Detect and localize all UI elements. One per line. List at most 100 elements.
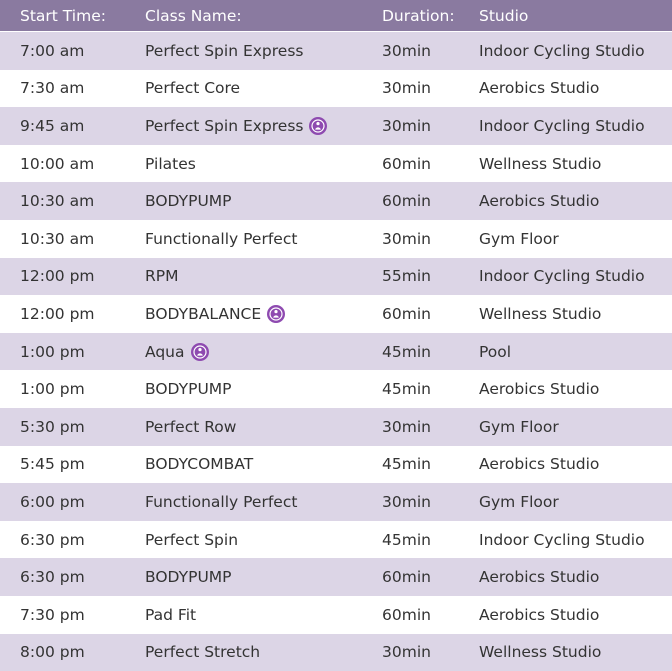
start-time-cell-text: 12:00 pm <box>20 304 95 323</box>
class-name-cell: BODYPUMP <box>145 568 382 586</box>
class-name-cell-text: Pilates <box>145 154 196 173</box>
start-time-cell: 8:00 pm <box>0 643 145 661</box>
studio-cell: Wellness Studio <box>479 643 672 661</box>
class-name-cell-text: Functionally Perfect <box>145 229 298 248</box>
studio-cell: Indoor Cycling Studio <box>479 267 672 285</box>
studio-cell-text: Gym Floor <box>479 229 559 248</box>
start-time-cell-text: 1:00 pm <box>20 342 85 361</box>
class-name-cell-text: Perfect Spin <box>145 530 239 549</box>
table-row: 9:45 am Perfect Spin Express 30min Indoor C… <box>0 107 672 145</box>
start-time-cell-text: 1:00 pm <box>20 380 85 399</box>
start-time-cell-text: 5:45 pm <box>20 455 85 474</box>
start-time-cell: 10:30 am <box>0 192 145 210</box>
studio-cell-text: Aerobics Studio <box>479 380 600 399</box>
table-row: 7:30 am Perfect Core 30min Aerobics Studio <box>0 69 672 108</box>
table-row: 5:45 pm BODYCOMBAT 45min Aerobics Studio <box>0 445 672 484</box>
start-time-cell: 9:45 am <box>0 117 145 135</box>
studio-cell-text: Indoor Cycling Studio <box>479 41 645 60</box>
duration-cell: 30min <box>382 79 479 97</box>
duration-cell: 30min <box>382 117 479 135</box>
table-row: 10:30 am BODYPUMP 60min Aerobics Studio <box>0 182 672 220</box>
start-time-cell-text: 12:00 pm <box>20 267 95 286</box>
duration-cell: 60min <box>382 305 479 323</box>
class-name-cell: BODYBALANCE <box>145 304 382 323</box>
class-name-cell-text: Functionally Perfect <box>145 492 298 511</box>
studio-cell: Aerobics Studio <box>479 455 672 473</box>
studio-cell-text: Aerobics Studio <box>479 568 600 587</box>
duration-cell-text: 45min <box>382 455 431 474</box>
start-time-cell: 1:00 pm <box>0 343 145 361</box>
header-studio: Studio <box>479 6 529 25</box>
studio-cell-text: Indoor Cycling Studio <box>479 530 645 549</box>
class-name-cell-text: BODYBALANCE <box>145 304 262 323</box>
class-name-cell-text: Perfect Core <box>145 79 241 98</box>
class-name-cell: RPM <box>145 267 382 285</box>
studio-cell-text: Indoor Cycling Studio <box>479 116 645 135</box>
studio-cell: Gym Floor <box>479 493 672 511</box>
start-time-cell: 10:30 am <box>0 230 145 248</box>
start-time-cell: 12:00 pm <box>0 305 145 323</box>
studio-cell: Aerobics Studio <box>479 79 672 97</box>
duration-cell-text: 45min <box>382 342 431 361</box>
class-name-cell-text: Aqua <box>145 342 185 361</box>
studio-cell: Wellness Studio <box>479 155 672 173</box>
start-time-cell: 7:30 pm <box>0 606 145 624</box>
duration-cell: 60min <box>382 192 479 210</box>
start-time-cell: 7:00 am <box>0 42 145 60</box>
class-name-cell-text: RPM <box>145 267 179 286</box>
duration-cell-text: 45min <box>382 380 431 399</box>
class-name-cell: BODYPUMP <box>145 192 382 210</box>
class-name-cell: Perfect Stretch <box>145 643 382 661</box>
class-name-cell-text: Perfect Row <box>145 417 237 436</box>
duration-cell-text: 45min <box>382 530 431 549</box>
class-name-cell-text: BODYPUMP <box>145 568 232 587</box>
class-name-cell: Functionally Perfect <box>145 230 382 248</box>
duration-cell-text: 30min <box>382 417 431 436</box>
duration-cell: 30min <box>382 42 479 60</box>
studio-cell-text: Aerobics Studio <box>479 192 600 211</box>
duration-cell-text: 30min <box>382 116 431 135</box>
duration-cell: 45min <box>382 343 479 361</box>
start-time-cell: 6:00 pm <box>0 493 145 511</box>
studio-cell-text: Gym Floor <box>479 492 559 511</box>
class-name-cell: Pilates <box>145 155 382 173</box>
table-header-row: Start Time: Class Name: Duration: Studio <box>0 0 672 31</box>
table-row: 12:00 pm BODYBALANCE 60min Wellness Studio <box>0 295 672 333</box>
studio-cell-text: Aerobics Studio <box>479 605 600 624</box>
start-time-cell: 5:30 pm <box>0 418 145 436</box>
start-time-cell-text: 5:30 pm <box>20 417 85 436</box>
duration-cell: 30min <box>382 493 479 511</box>
duration-cell: 60min <box>382 155 479 173</box>
members-only-icon <box>309 116 328 135</box>
class-name-cell: Aqua <box>145 342 382 361</box>
header-start-time: Start Time: <box>20 6 106 25</box>
studio-cell: Indoor Cycling Studio <box>479 42 672 60</box>
class-name-cell-text: Pad Fit <box>145 605 197 624</box>
class-name-cell: Pad Fit <box>145 606 382 624</box>
class-name-cell-text: BODYCOMBAT <box>145 455 254 474</box>
class-name-cell-text: Perfect Spin Express <box>145 116 304 135</box>
studio-cell-text: Indoor Cycling Studio <box>479 267 645 286</box>
start-time-cell-text: 9:45 am <box>20 116 85 135</box>
studio-cell-text: Pool <box>479 342 512 361</box>
table-row: 6:30 pm BODYPUMP 60min Aerobics Studio <box>0 558 672 596</box>
studio-cell: Aerobics Studio <box>479 568 672 586</box>
table-row: 10:30 am Functionally Perfect 30min Gym Flo… <box>0 219 672 258</box>
table-row: 1:00 pm BODYPUMP 45min Aerobics Studio <box>0 370 672 408</box>
start-time-cell: 12:00 pm <box>0 267 145 285</box>
table-row: 7:30 pm Pad Fit 60min Aerobics Studio <box>0 595 672 634</box>
table-row: 6:00 pm Functionally Perfect 30min Gym Floo… <box>0 483 672 521</box>
start-time-cell-text: 10:00 am <box>20 154 95 173</box>
duration-cell: 55min <box>382 267 479 285</box>
class-name-cell-text: Perfect Spin Express <box>145 41 304 60</box>
studio-cell: Aerobics Studio <box>479 606 672 624</box>
class-name-cell-text: Perfect Stretch <box>145 643 261 662</box>
header-class-name: Class Name: <box>145 6 242 25</box>
table-row: 5:30 pm Perfect Row 30min Gym Floor <box>0 407 672 446</box>
duration-cell-text: 55min <box>382 267 431 286</box>
studio-cell-text: Wellness Studio <box>479 304 602 323</box>
duration-cell: 45min <box>382 531 479 549</box>
class-schedule-table: Start Time: Class Name: Duration: Studio… <box>0 0 672 671</box>
table-row: 12:00 pm RPM 55min Indoor Cycling Studio <box>0 257 672 296</box>
studio-cell: Gym Floor <box>479 418 672 436</box>
